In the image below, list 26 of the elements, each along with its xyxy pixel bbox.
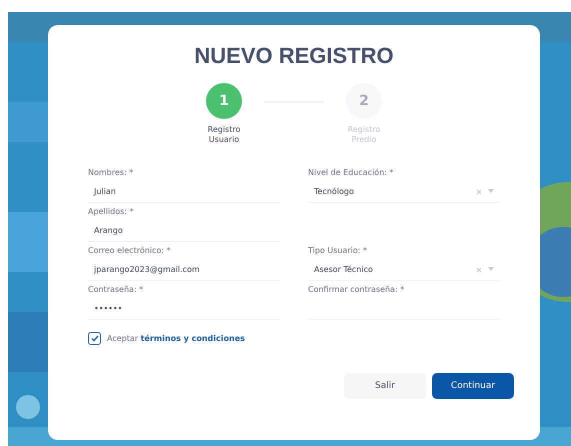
input-field[interactable]: •••••• [88,298,280,320]
field-label: Nombres: * [88,168,134,177]
field-label: Correo electrónico: * [88,246,172,255]
select-field[interactable]: Asesor Técnico [308,260,500,281]
terms-checkbox[interactable] [88,332,101,345]
field-label: Apellidos: * [88,206,135,216]
step-label: Registro Predio [346,125,382,146]
step-label: Registro Usuario [206,125,242,146]
input-field[interactable]: Julian [88,182,280,203]
input-field[interactable]: Arango [88,220,280,242]
exit-button[interactable]: Salir [344,372,426,399]
clear-icon[interactable] [476,188,482,195]
terms-link[interactable]: términos y condiciones [140,334,245,343]
dialog-title: NUEVO REGISTRO [193,43,395,69]
field-label: Nivel de Educación: * [308,168,394,177]
caret-icon[interactable] [488,266,494,271]
caret-icon[interactable] [488,188,494,193]
continue-button[interactable]: Continuar [432,372,514,399]
field-label: Confirmar contraseña: * [308,284,406,294]
input-field[interactable]: jparango2023@gmail.com [88,260,280,281]
field-label: Contraseña: * [88,284,144,294]
field-label: Tipo Usuario: * [308,246,368,255]
terms-text: Aceptar términos y condiciones [107,334,245,343]
check-icon [90,334,98,342]
select-field[interactable]: Tecnólogo [308,182,500,203]
clear-icon[interactable] [476,266,482,273]
